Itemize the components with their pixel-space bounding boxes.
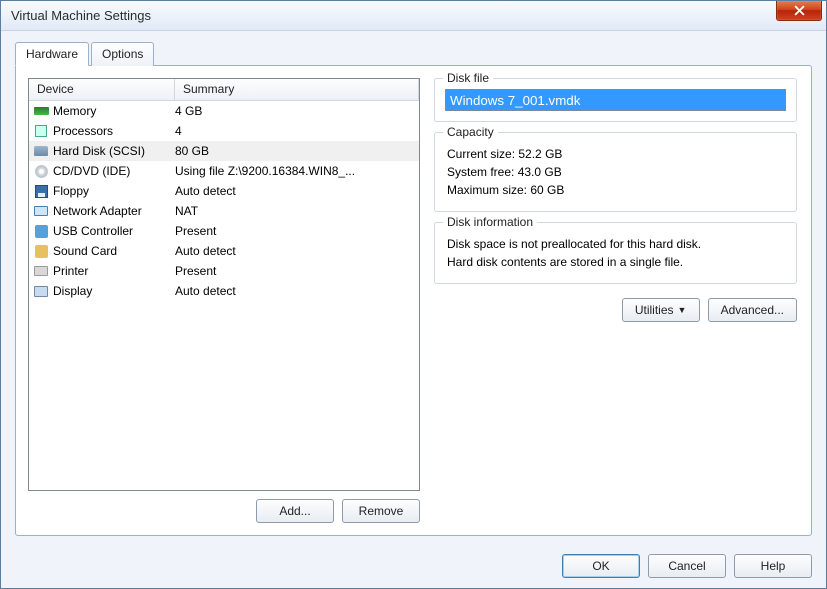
cpu-icon: [33, 123, 49, 139]
capacity-legend: Capacity: [443, 125, 498, 139]
utilities-button[interactable]: Utilities ▼: [622, 298, 700, 322]
device-cell: Hard Disk (SCSI): [53, 144, 175, 158]
capacity-free-label: System free:: [447, 165, 514, 179]
capacity-max-label: Maximum size:: [447, 183, 527, 197]
capacity-current: Current size: 52.2 GB: [447, 147, 784, 161]
device-cell: Network Adapter: [53, 204, 175, 218]
floppy-icon: [33, 183, 49, 199]
device-cell: USB Controller: [53, 224, 175, 238]
disk-file-group: Disk file: [434, 78, 797, 122]
table-row[interactable]: DisplayAuto detect: [29, 281, 419, 301]
table-row[interactable]: Memory4 GB: [29, 101, 419, 121]
help-button[interactable]: Help: [734, 554, 812, 578]
table-row[interactable]: FloppyAuto detect: [29, 181, 419, 201]
left-pane: Device Summary Memory4 GBProcessors4Hard…: [28, 78, 420, 523]
table-header: Device Summary: [29, 79, 419, 101]
table-row[interactable]: USB ControllerPresent: [29, 221, 419, 241]
disk-file-legend: Disk file: [443, 71, 493, 85]
capacity-free: System free: 43.0 GB: [447, 165, 784, 179]
network-icon: [33, 203, 49, 219]
capacity-max: Maximum size: 60 GB: [447, 183, 784, 197]
window-title: Virtual Machine Settings: [11, 8, 151, 23]
capacity-current-label: Current size:: [447, 147, 515, 161]
table-row[interactable]: Processors4: [29, 121, 419, 141]
capacity-free-value: 43.0 GB: [518, 165, 562, 179]
utilities-label: Utilities: [635, 303, 674, 317]
usb-icon: [33, 223, 49, 239]
col-header-summary[interactable]: Summary: [175, 79, 419, 100]
table-row[interactable]: Sound CardAuto detect: [29, 241, 419, 261]
titlebar[interactable]: Virtual Machine Settings: [1, 1, 826, 31]
chevron-down-icon: ▼: [678, 305, 687, 315]
left-buttons: Add... Remove: [28, 499, 420, 523]
advanced-button[interactable]: Advanced...: [708, 298, 797, 322]
disk-file-input[interactable]: [445, 89, 786, 111]
disk-info-line1: Disk space is not preallocated for this …: [447, 237, 784, 251]
summary-cell: NAT: [175, 204, 419, 218]
summary-cell: 4: [175, 124, 419, 138]
device-cell: Printer: [53, 264, 175, 278]
capacity-max-value: 60 GB: [530, 183, 564, 197]
right-buttons: Utilities ▼ Advanced...: [434, 298, 797, 322]
table-row[interactable]: PrinterPresent: [29, 261, 419, 281]
memory-icon: [33, 103, 49, 119]
device-table: Device Summary Memory4 GBProcessors4Hard…: [28, 78, 420, 491]
content-area: Hardware Options Device Summary Memory4 …: [1, 31, 826, 546]
device-cell: CD/DVD (IDE): [53, 164, 175, 178]
tab-options[interactable]: Options: [91, 42, 154, 66]
device-cell: Floppy: [53, 184, 175, 198]
disk-info-legend: Disk information: [443, 215, 537, 229]
cd-icon: [33, 163, 49, 179]
add-button[interactable]: Add...: [256, 499, 334, 523]
footer: OK Cancel Help: [1, 546, 826, 588]
summary-cell: 80 GB: [175, 144, 419, 158]
summary-cell: Auto detect: [175, 244, 419, 258]
remove-button[interactable]: Remove: [342, 499, 420, 523]
capacity-current-value: 52.2 GB: [518, 147, 562, 161]
col-header-device[interactable]: Device: [29, 79, 175, 100]
summary-cell: 4 GB: [175, 104, 419, 118]
device-cell: Display: [53, 284, 175, 298]
close-button[interactable]: [776, 1, 822, 21]
capacity-group: Capacity Current size: 52.2 GB System fr…: [434, 132, 797, 212]
disk-info-line2: Hard disk contents are stored in a singl…: [447, 255, 784, 269]
display-icon: [33, 283, 49, 299]
summary-cell: Using file Z:\9200.16384.WIN8_...: [175, 164, 419, 178]
summary-cell: Auto detect: [175, 284, 419, 298]
tab-body: Device Summary Memory4 GBProcessors4Hard…: [15, 65, 812, 536]
summary-cell: Auto detect: [175, 184, 419, 198]
summary-cell: Present: [175, 224, 419, 238]
vm-settings-window: Virtual Machine Settings Hardware Option…: [0, 0, 827, 589]
cancel-button[interactable]: Cancel: [648, 554, 726, 578]
table-body: Memory4 GBProcessors4Hard Disk (SCSI)80 …: [29, 101, 419, 490]
tabstrip: Hardware Options: [15, 42, 812, 66]
close-icon: [794, 5, 805, 16]
tab-hardware[interactable]: Hardware: [15, 42, 89, 66]
device-cell: Sound Card: [53, 244, 175, 258]
summary-cell: Present: [175, 264, 419, 278]
ok-button[interactable]: OK: [562, 554, 640, 578]
sound-icon: [33, 243, 49, 259]
table-row[interactable]: CD/DVD (IDE)Using file Z:\9200.16384.WIN…: [29, 161, 419, 181]
hdd-icon: [33, 143, 49, 159]
table-row[interactable]: Hard Disk (SCSI)80 GB: [29, 141, 419, 161]
table-row[interactable]: Network AdapterNAT: [29, 201, 419, 221]
device-cell: Processors: [53, 124, 175, 138]
device-cell: Memory: [53, 104, 175, 118]
right-pane: Disk file Capacity Current size: 52.2 GB…: [434, 78, 799, 523]
printer-icon: [33, 263, 49, 279]
disk-info-group: Disk information Disk space is not preal…: [434, 222, 797, 284]
